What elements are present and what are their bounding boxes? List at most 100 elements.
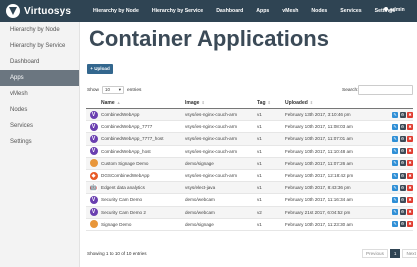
gear-icon[interactable]: ⚙ — [399, 172, 406, 179]
delete-icon[interactable]: ✖ — [407, 209, 413, 216]
delete-icon[interactable]: ✖ — [407, 123, 413, 130]
table-row[interactable]: 🤖 Edgent data analytics vsys/elect-java v1 F… — [86, 182, 413, 195]
delete-icon[interactable]: ✖ — [407, 148, 413, 155]
app-icon-cell: 🤖 — [86, 183, 101, 192]
app-icon-cell — [86, 220, 101, 229]
column-header-name[interactable]: Name ▲ — [101, 100, 185, 106]
gear-icon[interactable]: ⚙ — [399, 184, 406, 191]
edit-icon[interactable]: ✎ — [392, 148, 398, 155]
edit-icon[interactable]: ✎ — [392, 196, 398, 203]
previous-page-button[interactable]: Previous — [362, 249, 388, 258]
table-row[interactable]: V CombinedWebApp_7777_host vsys/ies-nginx-… — [86, 133, 413, 146]
delete-icon[interactable]: ✖ — [407, 196, 413, 203]
app-name: Security Cam Demo 2 — [101, 209, 146, 215]
row-actions: ✎ ⚙ ✖ — [385, 184, 413, 191]
table-row[interactable]: V CombinedWebApp_host vsys/ies-nginx-couch… — [86, 146, 413, 158]
edit-icon[interactable]: ✎ — [392, 135, 398, 142]
table-header: Name ▲ Image ⇕ Tag ⇕ Uploaded ⇕ — [86, 96, 413, 109]
sidebar-item-hierarchy-by-node[interactable]: Hierarchy by Node — [0, 22, 79, 38]
sidebar-item-settings[interactable]: Settings — [0, 134, 79, 150]
gear-icon[interactable]: ⚙ — [399, 148, 406, 155]
delete-icon[interactable]: ✖ — [407, 172, 413, 179]
column-header-image[interactable]: Image ⇕ — [185, 100, 257, 106]
sidebar-item-nodes[interactable]: Nodes — [0, 102, 79, 118]
nav-nodes[interactable]: Nodes — [311, 8, 327, 14]
app-name: DGSCombinedWebApp — [101, 173, 150, 179]
brand-name: Virtuosys — [24, 5, 72, 17]
virtuosys-logo-icon: V — [89, 110, 98, 119]
gear-icon[interactable]: ⚙ — [399, 111, 406, 118]
search-label: Search: — [342, 88, 359, 93]
app-icon-cell: V — [86, 147, 101, 156]
column-header-tag[interactable]: Tag ⇕ — [257, 100, 285, 106]
upload-label: Upload — [94, 66, 110, 71]
delete-icon[interactable]: ✖ — [407, 221, 413, 228]
gear-icon[interactable]: ⚙ — [399, 196, 406, 203]
virtuosys-logo-icon — [6, 4, 20, 18]
table-row[interactable]: Custom Signage Demo demo/signage v1 Februar… — [86, 157, 413, 170]
page-title: Container Applications — [89, 26, 329, 51]
nav-apps[interactable]: Apps — [256, 8, 269, 14]
sort-icon: ⇕ — [267, 100, 271, 105]
edit-icon[interactable]: ✎ — [392, 221, 398, 228]
edit-icon[interactable]: ✎ — [392, 172, 398, 179]
virtuosys-logo-icon: V — [89, 122, 98, 131]
gear-icon[interactable]: ⚙ — [399, 209, 406, 216]
app-name: Signage Demo — [101, 221, 132, 227]
upload-button[interactable]: + Upload — [87, 64, 113, 74]
table-row[interactable]: Signage Demo demo/signage v1 February 10th … — [86, 219, 413, 231]
gear-icon[interactable]: ⚙ — [399, 123, 406, 130]
sidebar-item-dashboard[interactable]: Dashboard — [0, 54, 79, 70]
apps-table: Name ▲ Image ⇕ Tag ⇕ Uploaded ⇕ V CombinedWeb… — [86, 96, 413, 231]
app-image: vsys/ies-nginx-couch-arm — [185, 148, 238, 154]
sidebar-item-apps[interactable]: Apps — [0, 70, 79, 86]
row-actions: ✎ ⚙ ✖ — [385, 135, 413, 142]
row-actions: ✎ ⚙ ✖ — [385, 123, 413, 130]
brand-logo[interactable]: Virtuosys — [6, 3, 71, 19]
nav-hierarchy-by-service[interactable]: Hierarchy by Service — [152, 8, 203, 14]
user-name: admin — [390, 7, 405, 13]
table-row[interactable]: ◆ DGSCombinedWebApp vsys/ies-nginx-couch-a… — [86, 170, 413, 183]
edit-icon[interactable]: ✎ — [392, 123, 398, 130]
gear-icon[interactable]: ⚙ — [399, 221, 406, 228]
table-row[interactable]: V CombinedWebApp_7777 vsys/ies-nginx-couch… — [86, 121, 413, 134]
app-image: demo/signage — [185, 160, 214, 166]
app-icon-cell: ◆ — [86, 171, 101, 180]
nav-dashboard[interactable]: Dashboard — [216, 8, 243, 14]
nav-services[interactable]: Services — [340, 8, 361, 14]
search-input[interactable] — [358, 85, 413, 95]
app-tag: v1 — [257, 173, 262, 179]
delete-icon[interactable]: ✖ — [407, 160, 413, 167]
next-page-button[interactable]: Next — [402, 249, 417, 258]
sidebar-item-vmesh[interactable]: vMesh — [0, 86, 79, 102]
delete-icon[interactable]: ✖ — [407, 135, 413, 142]
page-size-select[interactable]: 10 — [102, 86, 124, 94]
sort-icon: ⇕ — [309, 100, 314, 105]
edit-icon[interactable]: ✎ — [392, 184, 398, 191]
app-name: CombinedWebApp_host — [101, 148, 151, 154]
row-actions: ✎ ⚙ ✖ — [385, 196, 413, 203]
page-1-button[interactable]: 1 — [389, 249, 401, 258]
gear-icon[interactable]: ⚙ — [399, 135, 406, 142]
edit-icon[interactable]: ✎ — [392, 111, 398, 118]
orange-circle-icon — [89, 220, 98, 229]
delete-icon[interactable]: ✖ — [407, 184, 413, 191]
app-icon-cell: V — [86, 134, 101, 143]
sort-icon: ⇕ — [201, 100, 205, 105]
nav-vmesh[interactable]: vMesh — [282, 8, 298, 14]
gear-icon[interactable]: ⚙ — [399, 160, 406, 167]
row-actions: ✎ ⚙ ✖ — [385, 160, 413, 167]
edit-icon[interactable]: ✎ — [392, 209, 398, 216]
sidebar-item-hierarchy-by-service[interactable]: Hierarchy by Service — [0, 38, 79, 54]
nav-hierarchy-by-node[interactable]: Hierarchy by Node — [93, 8, 139, 14]
app-tag: v1 — [257, 185, 262, 191]
column-header-uploaded[interactable]: Uploaded ⇕ — [285, 100, 385, 106]
delete-icon[interactable]: ✖ — [407, 111, 413, 118]
user-menu[interactable]: admin — [384, 7, 405, 13]
edit-icon[interactable]: ✎ — [392, 160, 398, 167]
app-image: vsys/ies-nginx-couch-arm — [185, 112, 238, 118]
sidebar-item-services[interactable]: Services — [0, 118, 79, 134]
table-row[interactable]: V Security Cam Demo demo/webcam v1 February … — [86, 194, 413, 207]
table-row[interactable]: V Security Cam Demo 2 demo/webcam v2 Februar… — [86, 206, 413, 219]
table-row[interactable]: V CombinedWebApp vsys/ies-nginx-couch-arm v… — [86, 109, 413, 122]
